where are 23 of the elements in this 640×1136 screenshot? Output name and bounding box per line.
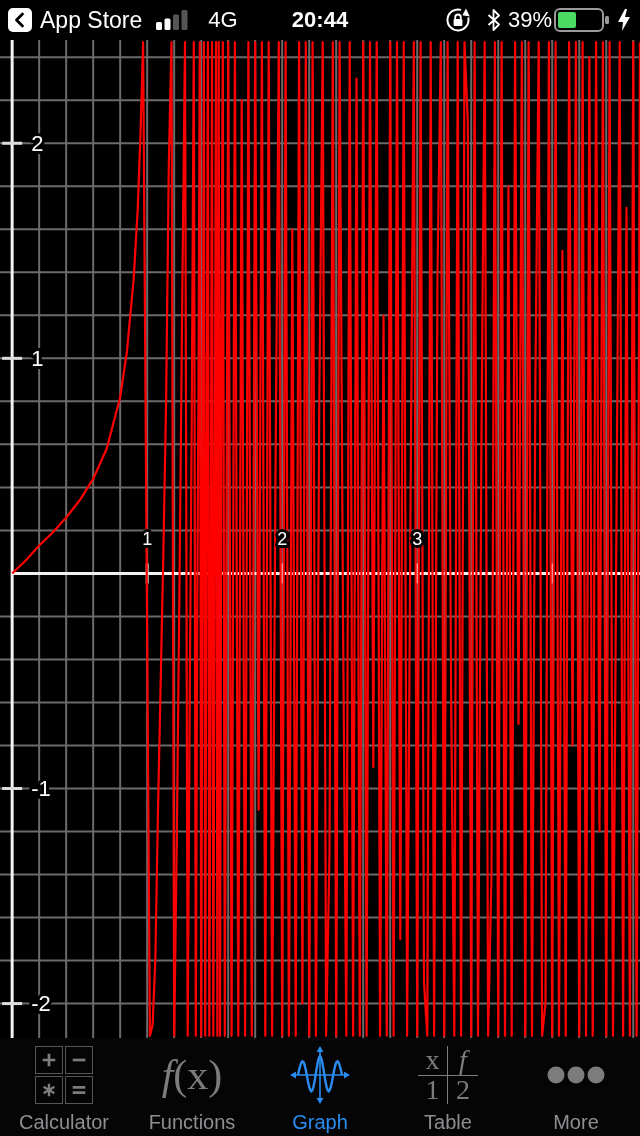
battery-icon bbox=[554, 8, 610, 32]
signal-icon bbox=[156, 10, 189, 30]
function-icon: f(x) bbox=[161, 1052, 223, 1098]
charging-bolt-icon bbox=[618, 9, 630, 31]
clock-time: 20:44 bbox=[290, 7, 350, 33]
back-chevron-icon bbox=[8, 8, 32, 32]
tab-button[interactable]: Graph bbox=[256, 1038, 384, 1136]
y-tick-label: 2 bbox=[31, 130, 44, 156]
battery-percent: 39% bbox=[507, 7, 552, 33]
bluetooth-icon bbox=[486, 8, 501, 32]
more-icon bbox=[547, 1066, 605, 1084]
orientation-lock-icon bbox=[444, 7, 471, 33]
calculator-icon bbox=[35, 1046, 93, 1104]
network-type: 4G bbox=[208, 7, 238, 33]
tab-button[interactable]: More bbox=[512, 1038, 640, 1136]
tab-button[interactable]: f(x) Functions bbox=[128, 1038, 256, 1136]
graph-icon bbox=[290, 1046, 350, 1104]
y-tick-label: 1 bbox=[31, 345, 44, 371]
back-button[interactable]: App Store bbox=[8, 6, 143, 34]
tab-button[interactable]: Calculator bbox=[0, 1038, 128, 1136]
y-tick-label: -2 bbox=[31, 991, 51, 1017]
y-tick-label: -1 bbox=[31, 776, 51, 801]
tab-button[interactable]: x f 1 2 Table bbox=[384, 1038, 512, 1136]
